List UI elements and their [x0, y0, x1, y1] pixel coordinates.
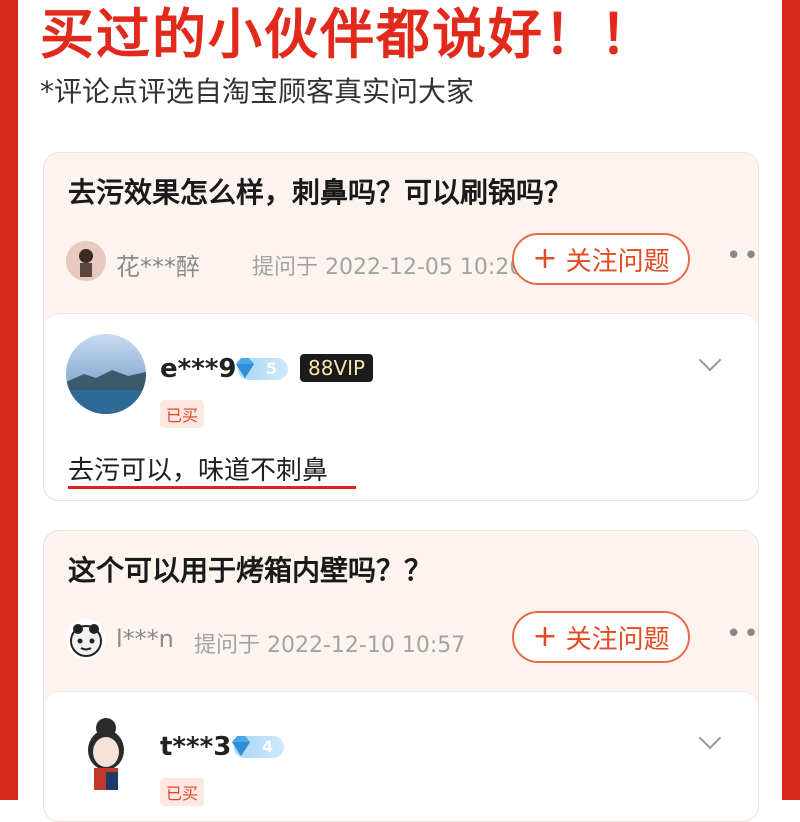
- chevron-down-icon[interactable]: [698, 726, 722, 750]
- page-headline: 买过的小伙伴都说好！！: [40, 3, 656, 66]
- asker-name: 花***醉: [116, 253, 200, 281]
- plus-icon: +: [532, 241, 558, 276]
- asker-name: l***n: [116, 625, 174, 653]
- question-meta: l***n 提问于 2022-12-10 10:57 + 关注问题 •••: [66, 611, 758, 665]
- asker-avatar[interactable]: [66, 241, 106, 281]
- level-number: 4: [262, 737, 274, 756]
- question-text[interactable]: 去污效果怎么样，刺鼻吗？可以刷锅吗？: [68, 171, 572, 211]
- frame-left: [0, 0, 18, 800]
- more-icon[interactable]: •••: [726, 619, 758, 649]
- answer-block: t***3 4 已买: [44, 691, 758, 821]
- diamond-icon: [232, 736, 250, 756]
- question-meta: 花***醉 提问于 2022-12-05 10:26 + 关注问题 •••: [66, 233, 758, 287]
- question-text[interactable]: 这个可以用于烤箱内壁吗？？: [68, 549, 432, 589]
- asker-avatar[interactable]: [66, 619, 106, 659]
- follow-question-button[interactable]: + 关注问题: [512, 233, 690, 285]
- follow-question-button[interactable]: + 关注问题: [512, 611, 690, 663]
- source-note: *评论点评选自淘宝顾客真实问大家: [40, 75, 475, 108]
- diamond-icon: [236, 358, 254, 378]
- level-number: 5: [266, 359, 278, 378]
- qa-card: 去污效果怎么样，刺鼻吗？可以刷锅吗？ 花***醉 提问于 2022-12-05 …: [43, 152, 759, 501]
- answerer-name: e***9: [160, 354, 237, 384]
- asked-timestamp: 提问于 2022-12-10 10:57: [194, 633, 466, 658]
- follow-label: 关注问题: [565, 624, 670, 655]
- answerer-name: t***3: [160, 732, 232, 762]
- follow-label: 关注问题: [565, 246, 670, 277]
- answerer-avatar[interactable]: [66, 334, 146, 414]
- highlight-underline: [68, 486, 356, 489]
- answerer-avatar[interactable]: [66, 712, 146, 792]
- plus-icon: +: [532, 619, 558, 654]
- chevron-down-icon[interactable]: [698, 348, 722, 372]
- bought-tag: 已买: [160, 400, 205, 428]
- answer-block: e***9 5 88VIP 已买 去污可以，味道不刺鼻: [44, 313, 758, 500]
- level-badge: 5: [236, 358, 288, 380]
- bought-tag: 已买: [160, 778, 205, 806]
- frame-right: [782, 0, 800, 800]
- vip-badge: 88VIP: [300, 354, 374, 382]
- qa-card: 这个可以用于烤箱内壁吗？？ l***n 提问于 2022-12-10 10:57…: [43, 530, 759, 822]
- more-icon[interactable]: •••: [726, 241, 758, 271]
- answer-text: 去污可以，味道不刺鼻: [68, 456, 329, 486]
- asked-timestamp: 提问于 2022-12-05 10:26: [252, 255, 524, 280]
- level-badge: 4: [232, 736, 284, 758]
